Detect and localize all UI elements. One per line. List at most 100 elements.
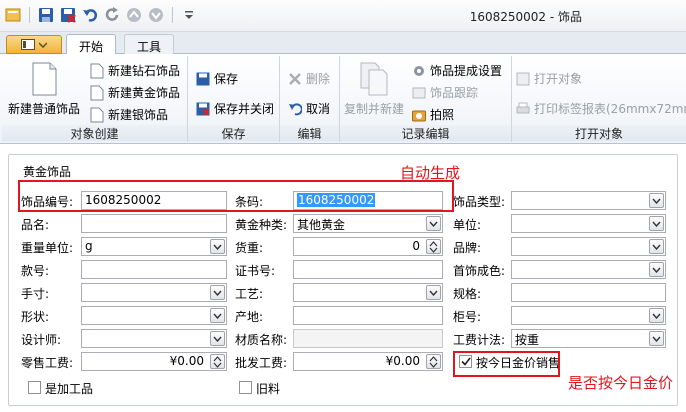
ribbon: 新建普通饰品 新建钻石饰品 新建黄金饰品 新建银饰品 对象创建 保存 保存并关闭…: [0, 54, 686, 144]
printer-icon: [516, 102, 530, 113]
craft-label: 工艺:: [235, 287, 264, 301]
counter-no-label: 柜号:: [453, 310, 482, 324]
chevron-down-icon[interactable]: [649, 308, 664, 323]
new-silver-item-button[interactable]: 新建银饰品: [90, 106, 168, 123]
auto-generate-annotation: 自动生成: [400, 164, 461, 182]
shape-select[interactable]: [81, 306, 227, 325]
old-material-checkbox-label: 旧料: [256, 382, 281, 396]
save-close-button[interactable]: 保存并关闭: [196, 100, 274, 117]
cert-no-label: 证书号:: [235, 264, 276, 278]
gold-price-annotation: 是否按今日金价: [568, 374, 674, 392]
chevron-down-icon[interactable]: [649, 216, 664, 231]
brand-label: 品牌:: [453, 241, 482, 255]
open-object-button[interactable]: 打开对象: [516, 70, 582, 87]
retail-labor-spinner[interactable]: ¥0.00: [81, 352, 227, 371]
group-label: 编辑: [280, 125, 339, 141]
new-diamond-item-button[interactable]: 新建钻石饰品: [90, 62, 180, 79]
window-title: 1608250002 - 饰品: [469, 10, 582, 24]
origin-label: 产地:: [235, 310, 264, 324]
tab-start[interactable]: 开始: [66, 34, 117, 55]
origin-input[interactable]: [293, 306, 443, 325]
section-title: 黄金饰品: [23, 165, 72, 179]
chevron-down-icon[interactable]: [649, 262, 664, 277]
spinner-icon[interactable]: [426, 239, 441, 254]
copy-icon: [360, 62, 388, 96]
group-record-edit: 复制并新建 饰品提成设置 饰品跟踪 拍照 记录编辑: [340, 56, 512, 142]
item-track-button[interactable]: 饰品跟踪: [412, 84, 478, 101]
shape-label: 形状:: [21, 310, 50, 324]
group-label: 记录编辑: [340, 125, 511, 141]
style-no-input[interactable]: [81, 260, 227, 279]
old-material-checkbox[interactable]: [239, 381, 252, 394]
settings-icon: [414, 65, 424, 76]
hand-size-select[interactable]: [81, 283, 227, 302]
item-type-select[interactable]: [511, 191, 666, 210]
delete-button[interactable]: 删除: [288, 70, 330, 87]
style-no-label: 款号:: [21, 264, 50, 278]
labor-method-label: 工费计法:: [453, 333, 506, 347]
delete-icon: [289, 72, 301, 85]
menu-icon: [21, 39, 35, 50]
item-type-label: 饰品类型:: [453, 195, 506, 209]
document-icon: [90, 85, 104, 100]
spec-input[interactable]: [511, 283, 666, 302]
tab-tools[interactable]: 工具: [124, 34, 175, 55]
material-name-label: 材质名称:: [235, 333, 288, 347]
hand-size-label: 手寸:: [21, 287, 50, 301]
name-input[interactable]: [81, 214, 227, 233]
group-label: 对象创建: [2, 125, 187, 141]
chevron-down-icon[interactable]: [649, 331, 664, 346]
save-close-icon: [196, 102, 210, 116]
chevron-down-icon[interactable]: [210, 285, 225, 300]
chevron-down-icon[interactable]: [426, 216, 441, 231]
weight-unit-select[interactable]: g: [81, 237, 227, 256]
wholesale-labor-label: 批发工费:: [235, 356, 288, 370]
chevron-down-icon[interactable]: [210, 308, 225, 323]
ribbon-tab-row: 开始 工具: [0, 32, 686, 55]
track-icon: [412, 87, 426, 98]
spec-label: 规格:: [453, 287, 482, 301]
stock-weight-spinner[interactable]: 0: [293, 237, 443, 256]
chevron-down-icon[interactable]: [210, 331, 225, 346]
print-label-report-button[interactable]: 打印标签报表(26mmx72mm: [516, 100, 686, 117]
purity-select[interactable]: [511, 260, 666, 279]
unit-select[interactable]: [511, 214, 666, 233]
chevron-down-icon[interactable]: [649, 239, 664, 254]
stock-weight-label: 货重:: [235, 241, 264, 255]
processed-checkbox[interactable]: [28, 381, 41, 394]
retail-labor-label: 零售工费:: [21, 356, 74, 370]
group-label: 保存: [188, 125, 279, 141]
new-gold-item-button[interactable]: 新建黄金饰品: [90, 84, 180, 101]
group-object-create: 新建普通饰品 新建钻石饰品 新建黄金饰品 新建银饰品 对象创建: [2, 56, 188, 142]
chevron-down-icon[interactable]: [210, 239, 225, 254]
weight-unit-label: 重量单位:: [21, 241, 74, 255]
counter-no-select[interactable]: [511, 306, 666, 325]
document-icon: [90, 107, 104, 122]
spinner-icon[interactable]: [210, 354, 225, 369]
item-commission-settings-button[interactable]: 饰品提成设置: [412, 62, 502, 79]
labor-method-select[interactable]: 按重: [511, 329, 666, 348]
cert-no-input[interactable]: [293, 260, 443, 279]
designer-label: 设计师:: [21, 333, 62, 347]
craft-select[interactable]: [293, 283, 443, 302]
cancel-button[interactable]: 取消: [288, 100, 330, 117]
group-save: 保存 保存并关闭 保存: [188, 56, 280, 142]
file-menu-button[interactable]: [6, 35, 62, 54]
document-icon: [90, 63, 104, 78]
designer-select[interactable]: [81, 329, 227, 348]
wholesale-labor-spinner[interactable]: ¥0.00: [293, 352, 443, 371]
new-normal-item-button[interactable]: 新建普通饰品: [8, 62, 80, 117]
chevron-down-icon[interactable]: [426, 285, 441, 300]
photo-button[interactable]: 拍照: [412, 106, 454, 123]
copy-new-button[interactable]: 复制并新建: [344, 62, 404, 117]
gold-type-select[interactable]: 其他黄金: [293, 214, 443, 233]
group-open-object: 打开对象 打印标签报表(26mmx72mm 打开对象: [512, 56, 686, 142]
save-icon: [196, 72, 210, 85]
new-document-icon: [32, 62, 57, 96]
name-label: 品名:: [21, 218, 50, 232]
brand-select[interactable]: [511, 237, 666, 256]
chevron-down-icon[interactable]: [649, 193, 664, 208]
save-button[interactable]: 保存: [196, 70, 238, 87]
gold-type-label: 黄金种类:: [235, 218, 288, 232]
spinner-icon[interactable]: [426, 354, 441, 369]
